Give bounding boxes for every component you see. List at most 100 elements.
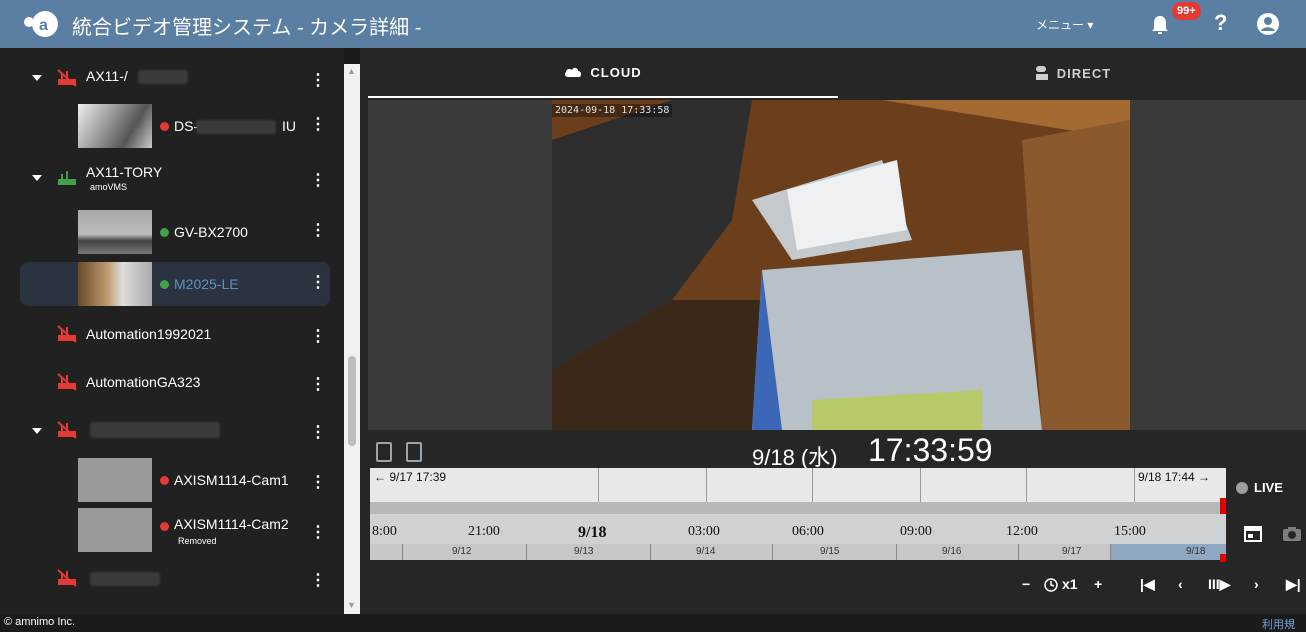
timeline-range-start[interactable]: ← 9/17 17:39 [374,470,446,484]
step-back-icon[interactable]: ‹ [1178,576,1183,592]
camera-item-selected[interactable]: M2025-LE ⋮ [20,262,330,306]
timeline-day-selection [1110,544,1226,560]
scroll-down-icon[interactable]: ▼ [347,600,356,610]
timeline-day-strip[interactable] [370,544,1226,560]
cloud-icon [565,67,582,77]
timeline-hour-label: 8:00 [372,524,397,539]
camera-status-label: Removed [178,536,217,546]
timeline-gridline [812,468,813,502]
router-offline-icon [57,569,77,587]
timeline-hour-label: 21:00 [468,524,500,539]
chevron-down-icon[interactable] [32,175,42,181]
camera-item[interactable]: DS- IU ⋮ [20,104,332,148]
app-title: 統合ビデオ管理システム - カメラ詳細 - [72,17,422,39]
camera-item[interactable]: AXISM1114-Cam2 Removed ⋮ [20,508,332,552]
tab-direct[interactable]: DIRECT [838,48,1306,98]
router-offline-icon [57,421,77,439]
more-menu-icon[interactable]: ⋮ [310,114,326,134]
speed-decrease-button[interactable]: − [1022,576,1030,592]
camera-item[interactable]: AXISM1114-Cam1 ⋮ [20,458,332,502]
timeline-day-label[interactable]: 9/13 [574,546,593,557]
tree-node-router[interactable]: AutomationGA323 ⋮ [20,360,332,404]
svg-text:a: a [39,17,48,34]
playback-timeline[interactable]: ← 9/17 17:39 9/18 17:44 → 8:00 21:00 9/1… [370,468,1226,566]
day-divider [1110,544,1111,560]
camera-device-icon [1035,66,1048,80]
camera-label: M2025-LE [174,276,239,292]
router-online-icon [58,171,76,185]
app-logo-icon: a [24,11,58,37]
skip-to-end-icon[interactable]: ▶| [1286,576,1301,593]
tree-node-router[interactable]: ⋮ [20,556,332,600]
timeline-day-label[interactable]: 9/17 [1062,546,1081,557]
redacted-label [196,120,276,134]
status-offline-icon [160,122,169,131]
tab-cloud[interactable]: CLOUD [368,48,838,98]
speed-increase-button[interactable]: + [1094,576,1102,592]
tree-node-router[interactable]: AX11-TORY amoVMS ⋮ [20,160,332,204]
more-menu-icon[interactable]: ⋮ [310,422,326,442]
timeline-playhead[interactable] [1220,498,1226,514]
calendar-icon[interactable] [1244,524,1262,542]
redacted-label [90,572,160,586]
tree-node-sublabel: amoVMS [90,182,128,192]
tree-node-router[interactable]: AX11-/ ⋮ [20,60,332,104]
day-playhead-marker [1220,554,1226,562]
camera-thumbnail-placeholder [78,508,152,552]
redacted-label [138,70,188,84]
clipboard-icon[interactable] [376,442,392,462]
clipboard-play-icon[interactable] [406,442,422,462]
camera-item[interactable]: GV-BX2700 ⋮ [20,210,332,254]
sidebar-scrollbar[interactable]: ▲ ▼ [344,64,360,614]
play-icon[interactable]: III▶ [1208,576,1230,593]
app-header: a 統合ビデオ管理システム - カメラ詳細 - メニュー ▾ 99+ ? [0,0,1306,48]
camera-label: AXISM1114-Cam2 [174,516,289,532]
step-forward-icon[interactable]: › [1254,576,1259,592]
timeline-hour-label: 03:00 [688,524,720,539]
tree-node-label: Automation1992021 [86,326,212,342]
timeline-range-end[interactable]: 9/18 17:44 → [1138,470,1210,484]
timeline-event-track[interactable] [370,468,1226,502]
tree-node-label: AutomationGA323 [86,374,201,390]
snapshot-camera-icon[interactable] [1282,526,1302,542]
day-divider [526,544,527,560]
camera-thumbnail [78,262,152,306]
day-divider [772,544,773,560]
tree-node-router[interactable]: Automation1992021 ⋮ [20,312,332,356]
copyright-text: © amnimo Inc. [4,616,76,628]
more-menu-icon[interactable]: ⋮ [310,272,326,292]
video-frame[interactable] [552,100,1130,430]
timeline-day-label[interactable]: 9/15 [820,546,839,557]
camera-label-suffix: IU [282,118,296,134]
more-menu-icon[interactable]: ⋮ [310,374,326,394]
more-menu-icon[interactable]: ⋮ [310,522,326,542]
more-menu-icon[interactable]: ⋮ [310,326,326,346]
more-menu-icon[interactable]: ⋮ [310,70,326,90]
notification-badge: 99+ [1172,2,1201,20]
timeline-day-label[interactable]: 9/14 [696,546,715,557]
timeline-day-label[interactable]: 9/16 [942,546,961,557]
notification-bell-icon[interactable] [1148,13,1172,37]
chevron-down-icon[interactable] [32,75,42,81]
tree-node-router[interactable]: ⋮ [20,408,332,452]
live-button[interactable]: LIVE [1236,480,1283,495]
timeline-day-label[interactable]: 9/12 [452,546,471,557]
account-icon[interactable] [1256,12,1280,36]
timeline-hour-label: 15:00 [1114,524,1146,539]
router-offline-icon [57,69,77,87]
chevron-down-icon[interactable] [32,428,42,434]
more-menu-icon[interactable]: ⋮ [310,570,326,590]
skip-to-start-icon[interactable]: |◀ [1140,576,1155,593]
tab-cloud-label: CLOUD [590,64,642,80]
more-menu-icon[interactable]: ⋮ [310,170,326,190]
help-icon[interactable]: ? [1214,10,1227,36]
timeline-day-label[interactable]: 9/18 [1186,546,1205,557]
router-offline-icon [57,325,77,343]
scrollbar-thumb[interactable] [348,356,356,446]
menu-dropdown[interactable]: メニュー ▾ [1036,16,1093,33]
more-menu-icon[interactable]: ⋮ [310,220,326,240]
more-menu-icon[interactable]: ⋮ [310,472,326,492]
camera-label: GV-BX2700 [174,224,248,240]
timeline-hour-label: 09:00 [900,524,932,539]
scroll-up-icon[interactable]: ▲ [347,66,356,76]
